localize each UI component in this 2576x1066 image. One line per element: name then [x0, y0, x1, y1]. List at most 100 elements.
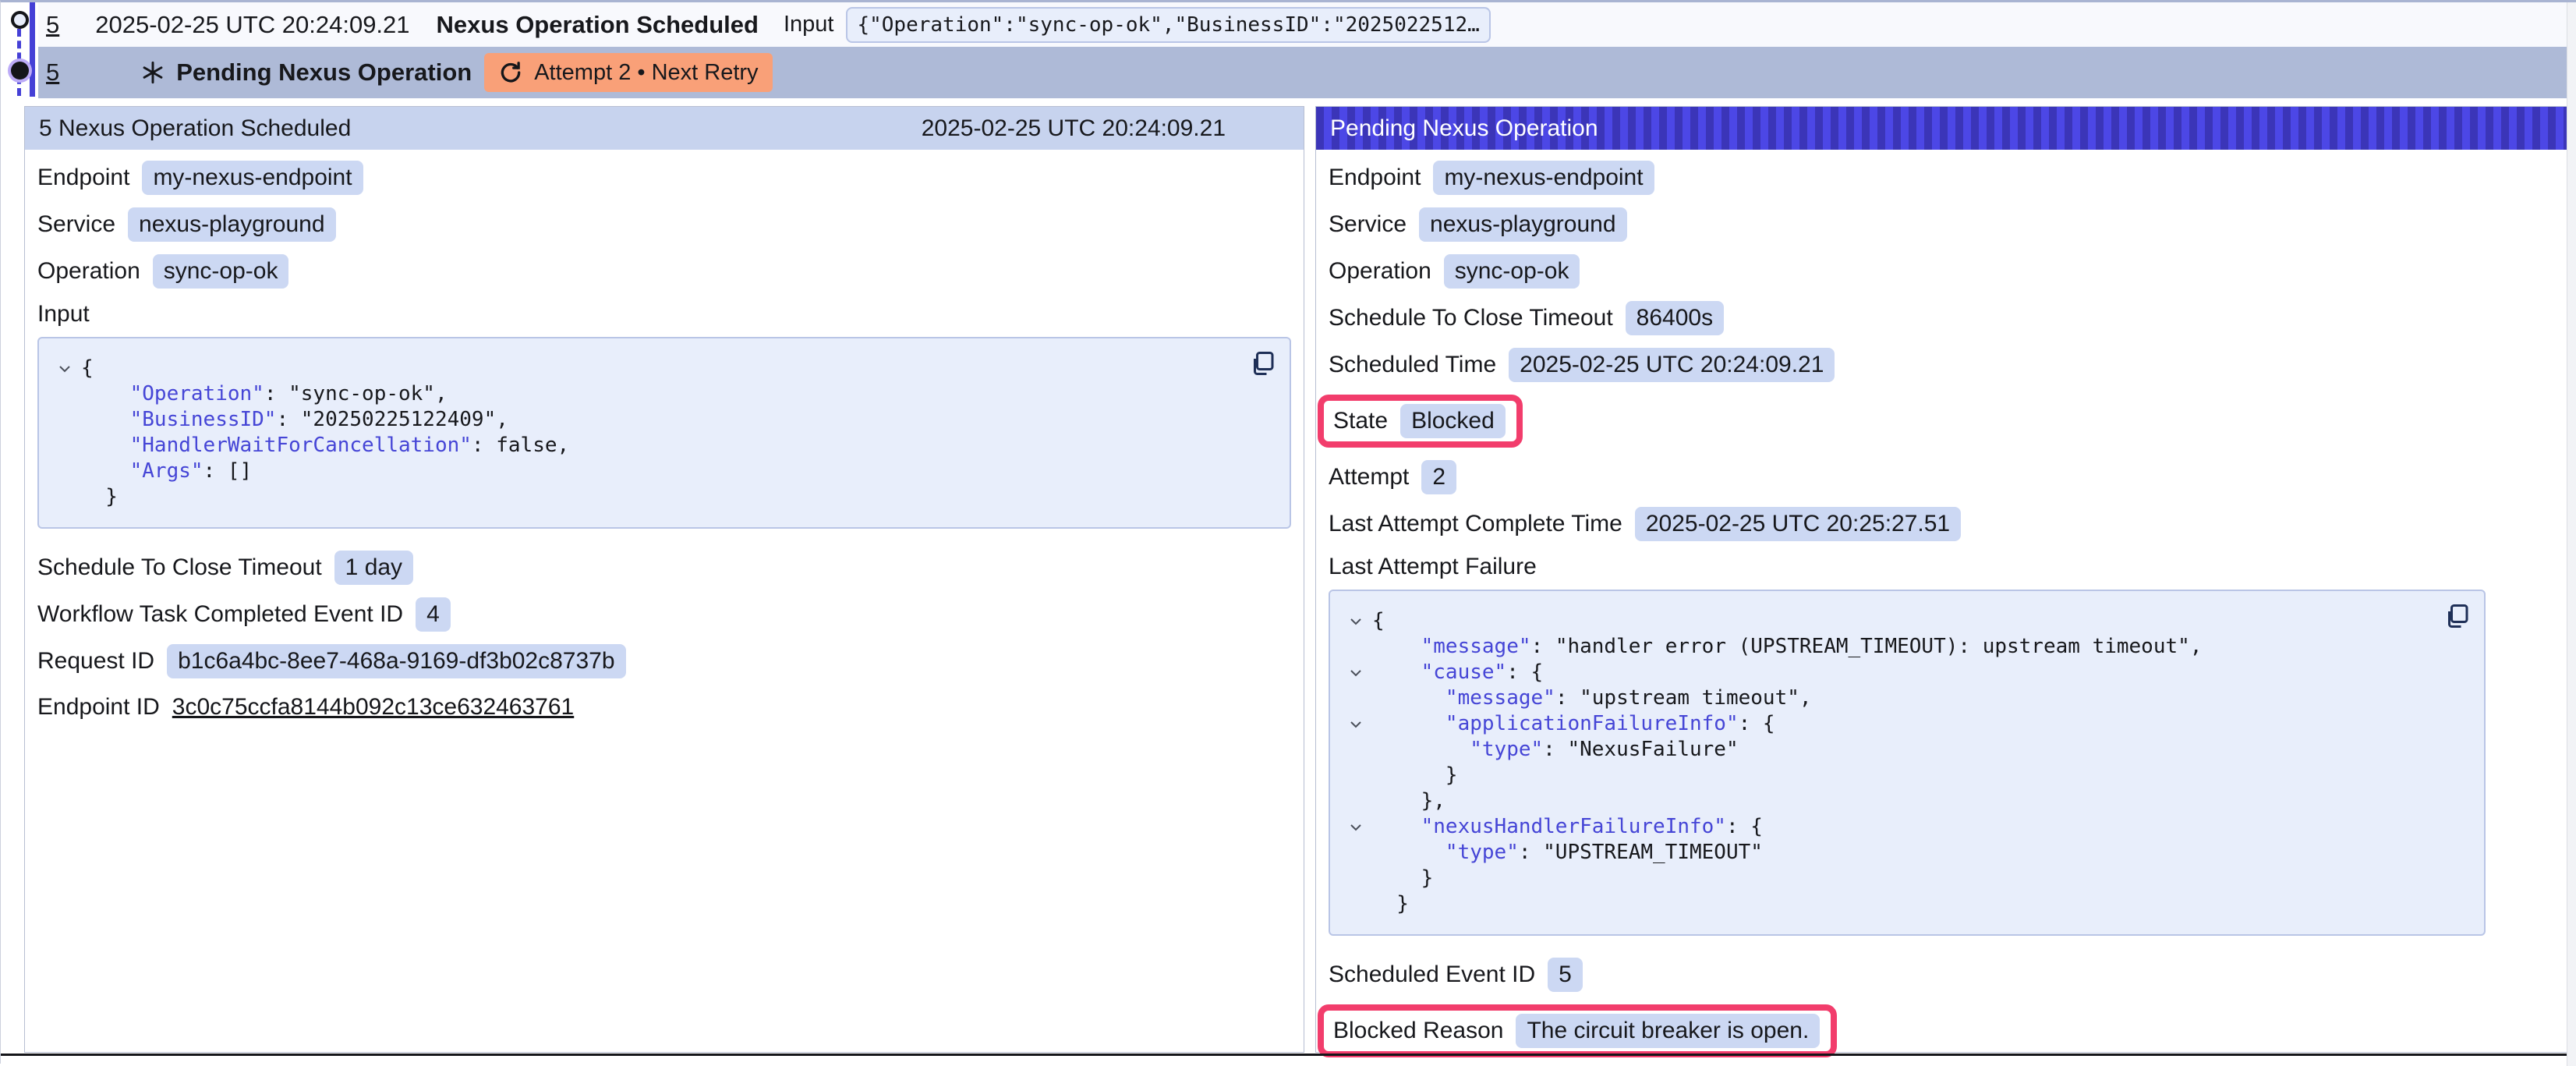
- json-text: }: [81, 484, 118, 510]
- json-line: "type": "UPSTREAM_TIMEOUT": [1339, 840, 2468, 866]
- chevron-down-icon[interactable]: [1339, 711, 1372, 737]
- field-label: Workflow Task Completed Event ID: [37, 601, 403, 628]
- pending-operation-panel: Pending Nexus Operation Endpointmy-nexus…: [1315, 106, 2567, 1053]
- event-detail-body: Endpointmy-nexus-endpointServicenexus-pl…: [25, 150, 1304, 724]
- json-text: "Operation": "sync-op-ok",: [81, 381, 448, 407]
- last-attempt-failure-label: Last Attempt Failure: [1329, 554, 2554, 580]
- input-section-label: Input: [37, 301, 1291, 328]
- field-row-operation: Operationsync-op-ok: [37, 254, 1291, 289]
- json-text: }: [1372, 763, 1458, 788]
- field-row-endpoint: Endpointmy-nexus-endpoint: [1329, 161, 2554, 195]
- pending-operation-title: Pending Nexus Operation: [1330, 115, 1598, 142]
- event-id-link[interactable]: 5: [46, 11, 59, 39]
- json-text: {: [1372, 608, 1385, 634]
- field-label: State: [1333, 408, 1388, 434]
- field-label: Attempt: [1329, 464, 1409, 491]
- json-text: "Args": []: [81, 459, 252, 484]
- copy-icon[interactable]: [1249, 349, 1277, 377]
- vertical-scrollbar[interactable]: [2567, 2, 2576, 1066]
- event-detail-fields-top: Endpointmy-nexus-endpointServicenexus-pl…: [37, 161, 1291, 289]
- json-line: "applicationFailureInfo": {: [1339, 711, 2468, 737]
- chevron-down-icon[interactable]: [1339, 660, 1372, 685]
- field-value-chip: my-nexus-endpoint: [142, 161, 363, 195]
- json-text: "message": "handler error (UPSTREAM_TIME…: [1372, 634, 2202, 660]
- chevron-down-icon[interactable]: [48, 356, 81, 381]
- json-line: "BusinessID": "20250225122409",: [48, 407, 1274, 433]
- json-text: },: [1372, 788, 1445, 814]
- json-text: "type": "UPSTREAM_TIMEOUT": [1372, 840, 1763, 866]
- json-text: "message": "upstream timeout",: [1372, 685, 1812, 711]
- input-preview-chip[interactable]: {"Operation":"sync-op-ok","BusinessID":"…: [846, 7, 1490, 43]
- gutter-spacer: [1339, 788, 1372, 814]
- field-row-workflow-task-completed-event-id: Workflow Task Completed Event ID 4: [37, 597, 1291, 632]
- field-row-blocked-reason: Blocked ReasonThe circuit breaker is ope…: [1329, 1004, 2554, 1057]
- gutter-spacer: [1339, 840, 1372, 866]
- field-value-chip: 4: [416, 597, 451, 632]
- field-row-schedule-to-close-timeout: Schedule To Close Timeout 1 day: [37, 551, 1291, 585]
- json-text: "cause": {: [1372, 660, 1543, 685]
- json-text: "applicationFailureInfo": {: [1372, 711, 1775, 737]
- field-value-chip: nexus-playground: [1419, 207, 1627, 242]
- pending-fields-top: Endpointmy-nexus-endpoint Service nexus-pl…: [1329, 161, 2554, 541]
- chevron-down-icon[interactable]: [1339, 814, 1372, 840]
- event-marker-open-icon: [11, 11, 29, 29]
- field-value-chip: 2025-02-25 UTC 20:24:09.21: [1509, 348, 1835, 382]
- json-line: }: [1339, 763, 2468, 788]
- field-label: Scheduled Time: [1329, 352, 1496, 378]
- event-timestamp: 2025-02-25 UTC 20:24:09.21: [95, 11, 409, 39]
- input-json-block: { "Operation": "sync-op-ok", "BusinessID…: [37, 337, 1291, 529]
- copy-icon[interactable]: [2443, 602, 2472, 630]
- field-row-state: StateBlocked: [1329, 395, 2554, 448]
- field-row-scheduled-time: Scheduled Time 2025-02-25 UTC 20:24:09.21: [1329, 348, 2554, 382]
- event-title: Nexus Operation Scheduled: [437, 11, 759, 39]
- field-value-chip: 2: [1421, 460, 1456, 494]
- pending-operation-header: Pending Nexus Operation: [1316, 107, 2567, 150]
- pending-operation-body: Endpointmy-nexus-endpoint Service nexus-pl…: [1316, 150, 2567, 1057]
- json-line: "message": "handler error (UPSTREAM_TIME…: [1339, 634, 2468, 660]
- field-label: Service: [37, 211, 115, 238]
- event-detail-timestamp: 2025-02-25 UTC 20:24:09.21: [922, 115, 1226, 142]
- gutter-spacer: [1339, 685, 1372, 711]
- pending-fields-bottom: Scheduled Event ID 5 Blocked ReasonThe cir…: [1329, 958, 2554, 1057]
- chevron-down-icon[interactable]: [1339, 608, 1372, 634]
- json-line: },: [1339, 788, 2468, 814]
- field-label: Schedule To Close Timeout: [37, 554, 322, 581]
- gutter-spacer: [48, 407, 81, 433]
- field-value-link[interactable]: 3c0c75ccfa8144b092c13ce632463761: [172, 694, 574, 721]
- event-row-pending[interactable]: 5 Pending Nexus Operation Attempt 2 • Ne…: [38, 47, 2567, 98]
- field-label: Service: [1329, 211, 1407, 238]
- attempt-retry-badge: Attempt 2 • Next Retry: [484, 53, 772, 92]
- field-value-chip: 86400s: [1626, 301, 1724, 335]
- field-value-chip: 1 day: [334, 551, 413, 585]
- field-value-chip: sync-op-ok: [153, 254, 289, 289]
- field-value-chip: 2025-02-25 UTC 20:25:27.51: [1635, 507, 1961, 541]
- json-line: "nexusHandlerFailureInfo": {: [1339, 814, 2468, 840]
- event-title: Pending Nexus Operation: [176, 58, 472, 87]
- field-row-scheduled-event-id: Scheduled Event ID 5: [1329, 958, 2554, 992]
- attempt-badge-label: Attempt 2 • Next Retry: [534, 60, 758, 86]
- event-detail-header: 5 Nexus Operation Scheduled 2025-02-25 U…: [25, 107, 1304, 150]
- failure-json-block: { "message": "handler error (UPSTREAM_TI…: [1329, 590, 2486, 936]
- section-divider: [1, 1054, 2576, 1056]
- event-detail-fields-bottom: Schedule To Close Timeout 1 day Workflow T…: [37, 551, 1291, 724]
- field-label: Request ID: [37, 648, 154, 675]
- field-row-service: Service nexus-playground: [1329, 207, 2554, 242]
- json-line: }: [1339, 866, 2468, 891]
- json-text: }: [1372, 891, 1409, 917]
- gutter-spacer: [1339, 763, 1372, 788]
- field-value-chip: b1c6a4bc-8ee7-468a-9169-df3b02c8737b: [167, 644, 625, 678]
- field-label: Scheduled Event ID: [1329, 962, 1535, 988]
- json-text: "BusinessID": "20250225122409",: [81, 407, 508, 433]
- field-value-chip: 5: [1548, 958, 1583, 992]
- field-label: Endpoint ID: [37, 694, 160, 721]
- gutter-spacer: [1339, 737, 1372, 763]
- gutter-spacer: [1339, 634, 1372, 660]
- event-row-scheduled[interactable]: 5 2025-02-25 UTC 20:24:09.21 Nexus Opera…: [38, 2, 2567, 47]
- field-row-endpoint-id: Endpoint ID 3c0c75ccfa8144b092c13ce632463…: [37, 691, 1291, 724]
- event-id-link[interactable]: 5: [46, 58, 59, 87]
- field-label: Endpoint: [37, 165, 129, 191]
- field-row-operation: Operationsync-op-ok: [1329, 254, 2554, 289]
- field-label: Last Attempt Complete Time: [1329, 511, 1622, 537]
- gutter-spacer: [48, 484, 81, 510]
- asterisk-icon: [140, 60, 165, 85]
